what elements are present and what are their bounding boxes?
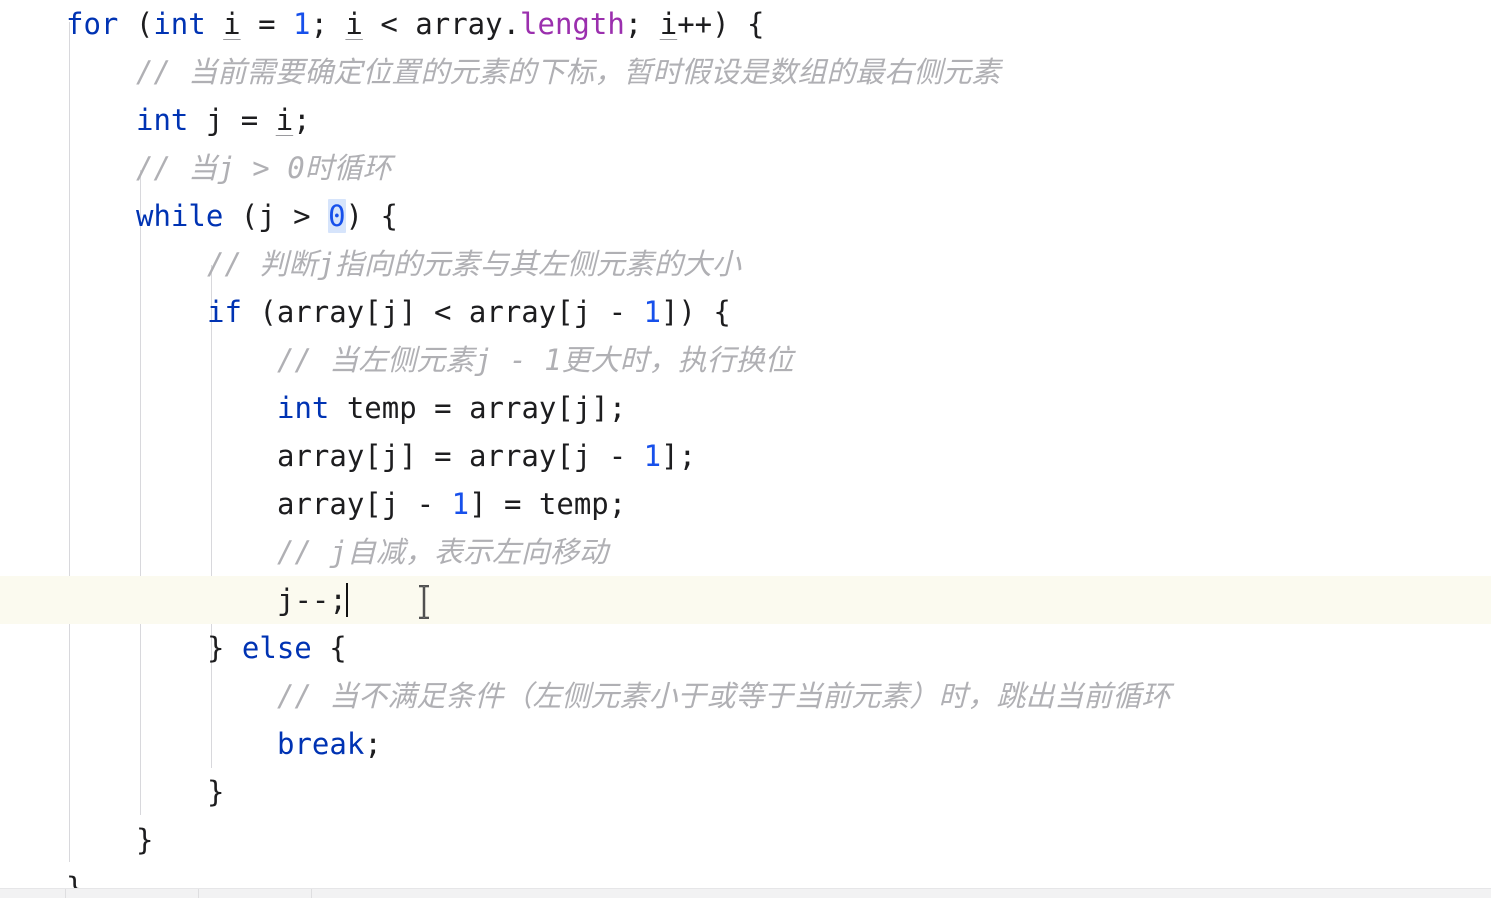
code-line-content: }	[207, 768, 224, 816]
code-token-property: length	[520, 7, 625, 41]
code-line-content: // 当前需要确定位置的元素的下标，暂时假设是数组的最右侧元素	[136, 48, 1000, 96]
code-token-keyword: if	[207, 295, 242, 329]
code-token-plain: temp = array[j];	[329, 391, 627, 425]
code-line[interactable]: array[j - 1] = temp;	[0, 480, 1491, 528]
code-token-plain: =	[240, 7, 294, 41]
code-line-content: int j = i;	[136, 96, 311, 144]
code-token-keyword: while	[136, 199, 224, 233]
code-line-content: for (int i = 1; i < array.length; i++) {	[66, 0, 765, 48]
code-line[interactable]: break;	[0, 720, 1491, 768]
code-line-content: if (array[j] < array[j - 1]) {	[207, 288, 731, 336]
code-token-plain: ++) {	[677, 7, 765, 41]
code-token-plain: ];	[661, 439, 697, 473]
code-token-number: 1	[643, 439, 662, 473]
code-token-plain: < array.	[362, 7, 521, 41]
code-token-keyword: break	[277, 727, 365, 761]
code-token-number: 1	[293, 7, 311, 41]
code-token-comment: // 当左侧元素j - 1更大时，执行换位	[277, 343, 794, 377]
code-line-content: array[j] = array[j - 1];	[277, 432, 696, 480]
code-token-keyword: else	[241, 631, 312, 665]
code-token-plain: (	[118, 7, 154, 41]
code-token-plain: array[j -	[277, 487, 452, 521]
code-line[interactable]: }	[0, 816, 1491, 864]
code-line[interactable]: // 当左侧元素j - 1更大时，执行换位	[0, 336, 1491, 384]
code-token-plain: ] = temp;	[469, 487, 627, 521]
code-line[interactable]: // 判断j指向的元素与其左侧元素的大小	[0, 240, 1491, 288]
code-token-plain: ;	[624, 7, 660, 41]
code-token-plain: (j >	[223, 199, 329, 233]
code-line[interactable]: // 当j > 0时循环	[0, 144, 1491, 192]
code-line-content: // j自减，表示左向移动	[277, 528, 608, 576]
code-line-content: j--;	[277, 576, 348, 624]
code-line[interactable]: j--;	[0, 576, 1491, 624]
bottom-strip-tick-2	[311, 889, 312, 898]
code-token-plain: ]) {	[660, 295, 731, 329]
code-token-number: 1	[643, 295, 661, 329]
code-editor-viewport[interactable]: for (int i = 1; i < array.length; i++) {…	[0, 0, 1491, 898]
code-token-plain: {	[311, 631, 347, 665]
code-token-comment: // j自减，表示左向移动	[277, 535, 608, 569]
code-line[interactable]: int j = i;	[0, 96, 1491, 144]
code-token-plain: j--;	[277, 583, 347, 617]
code-token-plain: ;	[310, 7, 346, 41]
code-token-keyword: for	[66, 7, 119, 41]
code-line[interactable]: } else {	[0, 624, 1491, 672]
code-line-content: array[j - 1] = temp;	[277, 480, 626, 528]
code-token-field: i	[659, 7, 678, 41]
code-line[interactable]: int temp = array[j];	[0, 384, 1491, 432]
code-token-plain: }	[207, 631, 242, 665]
code-token-comment: // 判断j指向的元素与其左侧元素的大小	[207, 247, 741, 281]
code-line-content: break;	[277, 720, 382, 768]
code-token-comment: // 当前需要确定位置的元素的下标，暂时假设是数组的最右侧元素	[136, 55, 1001, 89]
code-token-keyword: int	[153, 7, 206, 41]
code-line[interactable]: // j自减，表示左向移动	[0, 528, 1491, 576]
code-line-content: // 当j > 0时循环	[136, 144, 392, 192]
code-token-plain: ) {	[345, 199, 398, 233]
code-token-keyword: int	[136, 103, 189, 137]
code-line[interactable]: while (j > 0) {	[0, 192, 1491, 240]
code-token-keyword: int	[277, 391, 330, 425]
code-token-plain: (array[j] < array[j -	[241, 295, 644, 329]
code-content[interactable]: for (int i = 1; i < array.length; i++) {…	[0, 0, 1491, 898]
code-token-plain: ;	[293, 103, 311, 137]
editor-bottom-strip	[0, 888, 1491, 898]
code-line-content: int temp = array[j];	[277, 384, 626, 432]
text-caret	[345, 583, 348, 617]
code-token-plain: ;	[364, 727, 382, 761]
bottom-strip-tick-1	[198, 889, 199, 898]
code-line-content: } else {	[207, 624, 347, 672]
code-token-comment: // 当不满足条件（左侧元素小于或等于当前元素）时，跳出当前循环	[277, 679, 1171, 713]
code-line-content: // 当不满足条件（左侧元素小于或等于当前元素）时，跳出当前循环	[277, 672, 1170, 720]
code-line[interactable]: if (array[j] < array[j - 1]) {	[0, 288, 1491, 336]
code-line[interactable]: for (int i = 1; i < array.length; i++) {	[0, 0, 1491, 48]
bottom-strip-tick-0	[65, 889, 66, 898]
code-token-plain: }	[136, 823, 154, 857]
code-token-plain: j =	[188, 103, 276, 137]
code-line[interactable]: array[j] = array[j - 1];	[0, 432, 1491, 480]
code-token-field: i	[223, 7, 241, 41]
code-token-number: 1	[451, 487, 470, 521]
code-token-plain: }	[207, 775, 225, 809]
code-token-plain: array[j] = array[j -	[277, 439, 644, 473]
code-token-comment: // 当j > 0时循环	[136, 151, 392, 185]
code-token-field: i	[345, 7, 363, 41]
code-line-content: // 当左侧元素j - 1更大时，执行换位	[277, 336, 794, 384]
code-line-content: while (j > 0) {	[136, 192, 398, 240]
code-line[interactable]: // 当前需要确定位置的元素的下标，暂时假设是数组的最右侧元素	[0, 48, 1491, 96]
code-line[interactable]: // 当不满足条件（左侧元素小于或等于当前元素）时，跳出当前循环	[0, 672, 1491, 720]
code-token-field: i	[275, 103, 294, 137]
code-token-number-selected: 0	[328, 199, 346, 233]
code-line[interactable]: }	[0, 768, 1491, 816]
code-line-content: }	[136, 816, 153, 864]
code-line-content: // 判断j指向的元素与其左侧元素的大小	[207, 240, 741, 288]
